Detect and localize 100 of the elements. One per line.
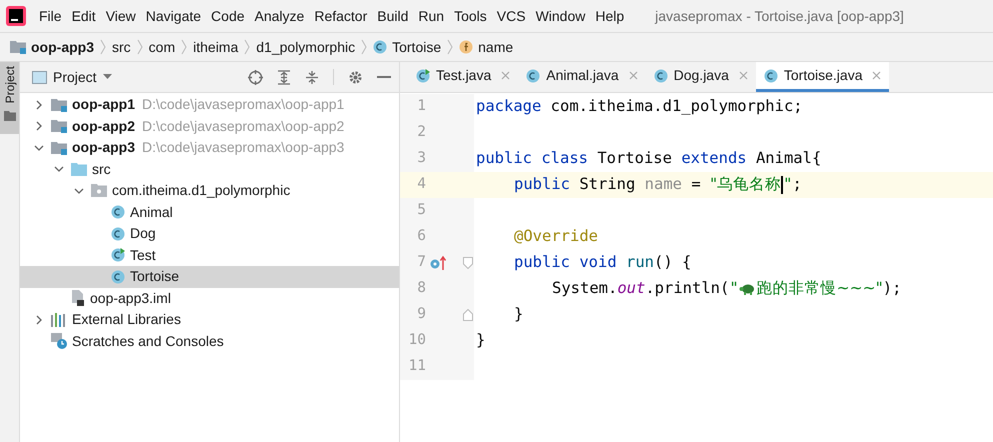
code-token: out [617,278,646,300]
tree-item[interactable]: Tortoise [20,266,399,288]
code-token: } [514,304,524,326]
tree-item[interactable]: oop-app1 D:\code\javasepromax\oop-app1 [20,94,399,116]
panel-icon [32,70,47,84]
breadcrumb-separator-icon [100,39,106,55]
menu-item[interactable]: Tools [449,6,492,26]
code-token: Animal{ [754,148,822,170]
field-icon [459,40,474,54]
tree-item-label: oop-app3.iml [90,288,171,308]
code-token: "乌龟名称 [710,174,782,196]
breadcrumb[interactable]: src [112,36,131,58]
tree-item-label: oop-app2 [72,116,135,136]
tree-item[interactable]: Animal [20,202,399,223]
menu-item[interactable]: Build [372,6,414,26]
project-view-dropdown[interactable]: Project [53,66,112,88]
tree-item-label: External Libraries [72,310,181,330]
menu-item[interactable]: File [34,6,67,26]
class-icon [111,270,125,284]
code-token: package [476,96,542,118]
code-token: Tortoise [596,148,673,170]
settings-icon[interactable] [348,70,363,84]
text-caret [781,176,784,194]
editor-tab[interactable]: Dog.java [646,62,756,92]
app-logo-icon [6,6,26,26]
tree-item-label: oop-app3 [72,138,135,158]
code-token: com.itheima.d1_polymorphic; [550,96,803,118]
close-icon[interactable] [872,71,882,80]
tree-item-label: com.itheima.d1_polymorphic [112,181,290,200]
tree-item[interactable]: oop-app2 D:\code\javasepromax\oop-app2 [20,116,399,137]
breadcrumb[interactable]: Tortoise [373,36,442,58]
menu-item[interactable]: VCS [492,6,531,26]
line-number: 8 [416,279,426,298]
code-token: run [624,252,654,274]
code-token: = [690,174,702,196]
line-number: 1 [416,97,426,116]
breadcrumb[interactable]: name [459,36,514,58]
package-icon [91,184,107,198]
breadcrumb[interactable]: com [148,36,176,58]
tree-item[interactable]: oop-app3.iml [20,288,399,309]
fold-marker-icon[interactable] [463,257,473,269]
fold-marker-icon[interactable] [463,309,473,321]
menu-item[interactable]: Code [206,6,250,26]
tree-item-label: Test [130,246,156,265]
file-icon [71,290,85,306]
line-number: 9 [416,305,426,324]
menu-item[interactable]: Navigate [140,6,206,26]
tree-item-path: D:\code\javasepromax\oop-app3 [142,138,344,158]
code-token: System. [552,278,618,300]
tree-item[interactable]: Test [20,244,399,266]
line-number: 5 [416,201,426,220]
menu-item[interactable]: Window [530,6,590,26]
class-icon [764,68,778,82]
minimize-icon[interactable] [377,75,391,79]
library-icon [51,312,67,327]
breadcrumb-separator-icon [447,39,454,55]
class-icon [654,68,668,82]
menu-item[interactable]: Edit [66,6,101,26]
tree-item[interactable]: External Libraries [20,309,399,330]
line-number: 7 [416,253,426,272]
menu-item[interactable]: Analyze [250,6,310,26]
project-tool-tab[interactable]: Project [0,62,19,134]
locate-icon[interactable] [248,70,263,84]
code-token: " [783,174,792,196]
tree-item[interactable]: src [20,158,399,180]
code-token: public void [514,252,617,274]
module-folder-icon [51,119,67,134]
tree-item-path: D:\code\javasepromax\oop-app2 [142,116,344,136]
tree-item-label: Animal [130,202,173,222]
breadcrumb[interactable]: oop-app3 [10,36,94,58]
expand-all-icon[interactable] [277,70,291,84]
breadcrumb-separator-icon [181,39,188,55]
class-icon [111,205,125,220]
code-token: public class [476,148,588,170]
editor-tab[interactable]: Tortoise.java [756,62,890,92]
breadcrumb[interactable]: d1_polymorphic [256,36,356,58]
editor-tab[interactable]: Test.java [408,62,518,92]
code-token: .println( [645,278,730,300]
collapse-all-icon[interactable] [305,70,319,84]
breadcrumb-separator-icon [136,39,143,55]
tree-item-path: D:\code\javasepromax\oop-app1 [142,95,344,114]
window-title: javasepromax - Tortoise.java [oop-app3] [655,6,904,26]
folder-icon [4,111,16,122]
editor-tab[interactable]: Animal.java [518,62,646,92]
menu-item[interactable]: Run [413,6,450,26]
tree-item[interactable]: oop-app3 D:\code\javasepromax\oop-app3 [20,137,399,158]
tree-item[interactable]: Dog [20,223,399,244]
class-run-icon [416,68,430,82]
menu-item[interactable]: Help [590,6,630,26]
menu-item[interactable]: View [100,6,141,26]
tree-item[interactable]: Scratches and Consoles [20,330,399,352]
menu-item[interactable]: Refactor [309,6,372,26]
code-token: name [644,174,682,196]
tree-item[interactable]: com.itheima.d1_polymorphic [20,180,399,202]
code-token: public [514,174,570,196]
breadcrumb[interactable]: itheima [193,36,238,58]
dropdown-caret-icon [102,74,112,80]
class-icon [111,226,125,241]
code-token: } [476,330,486,352]
override-marker-icon[interactable] [430,255,446,271]
